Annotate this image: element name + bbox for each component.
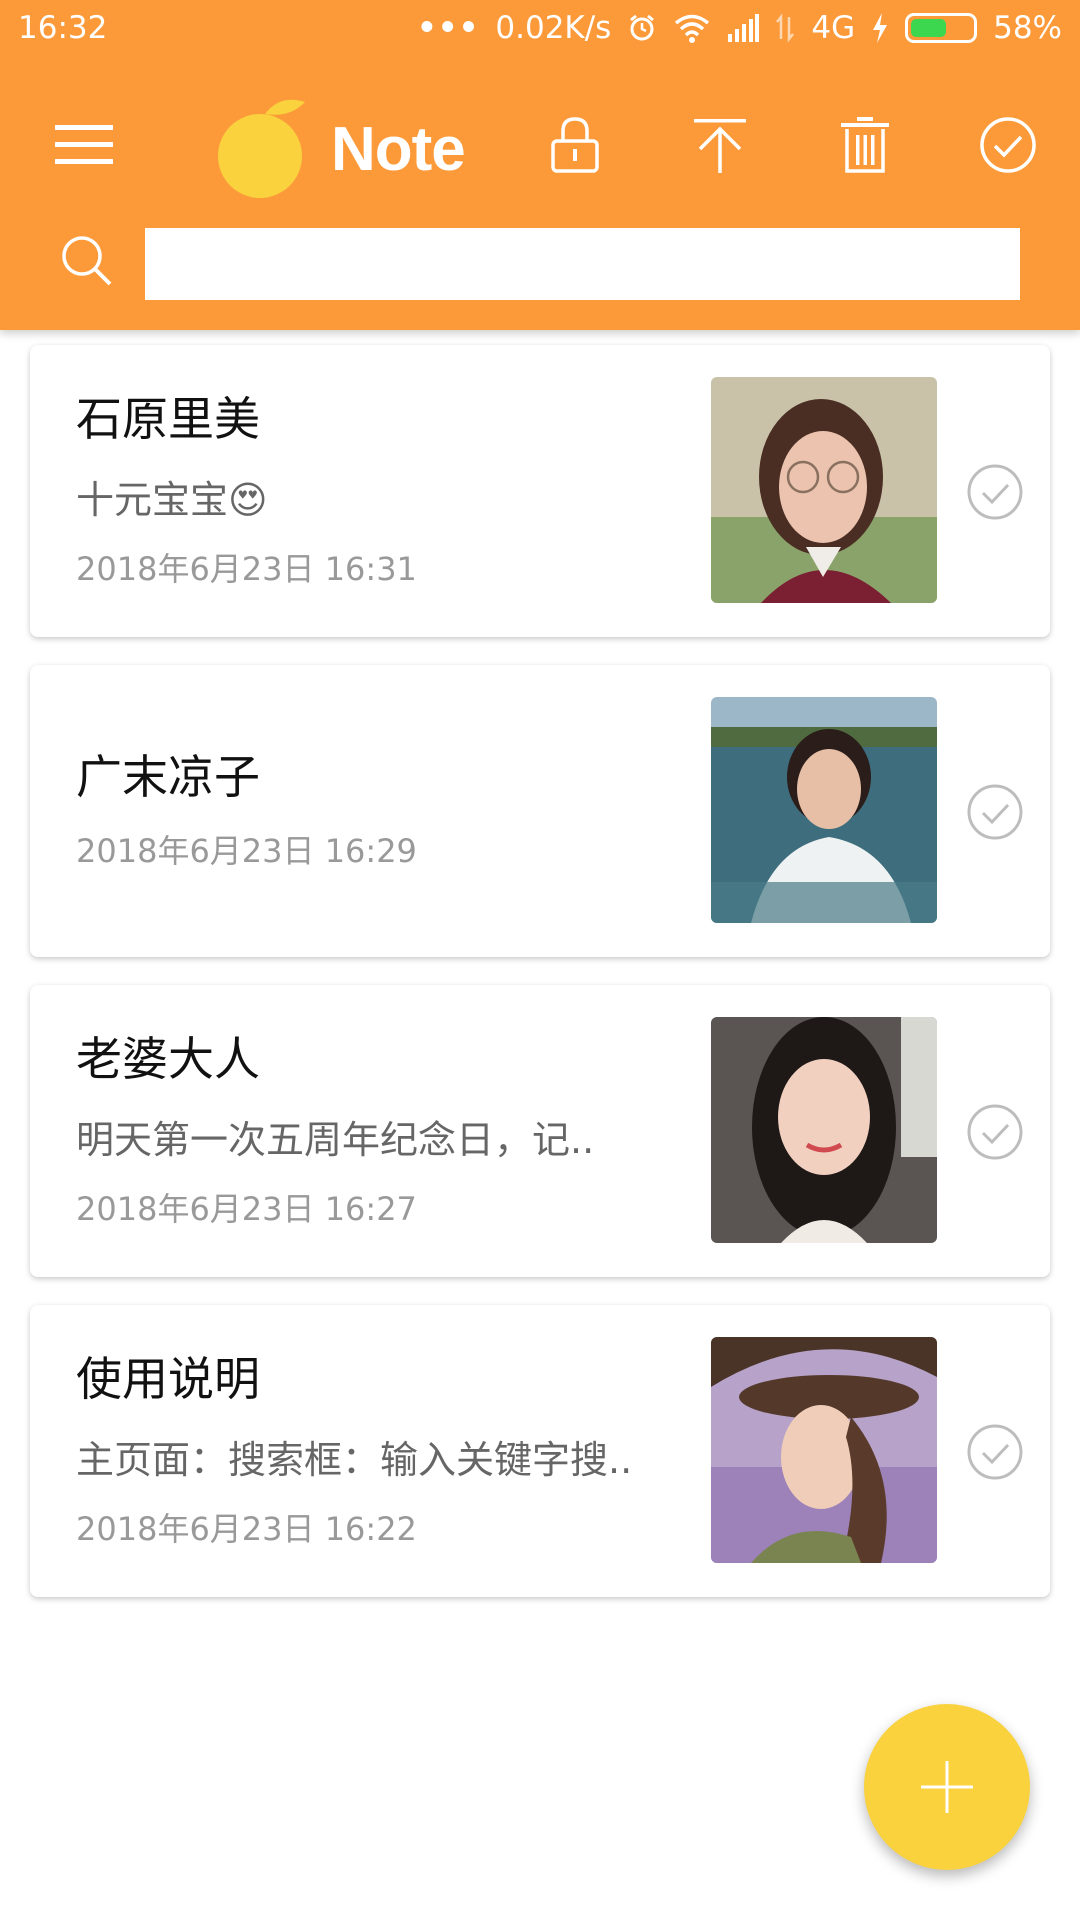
plus-icon [921, 1761, 973, 1813]
note-card[interactable]: 广末凉子 2018年6月23日 16:29 [30, 665, 1050, 957]
note-date: 2018年6月23日 16:27 [76, 1190, 417, 1229]
note-date: 2018年6月23日 16:29 [76, 831, 417, 870]
search-input[interactable] [145, 228, 1020, 300]
pin-to-top-button[interactable] [665, 90, 775, 200]
charging-icon [871, 13, 889, 43]
toolbar: Note [0, 90, 1080, 200]
status-bar: 16:32 ••• 0.02K/s 4G 58% [0, 0, 1080, 62]
note-preview: 主页面：搜索框：输入关键字搜.. [76, 1438, 633, 1483]
note-title: 石原里美 [76, 391, 260, 446]
select-note-icon[interactable] [966, 1423, 1024, 1481]
wifi-icon [673, 13, 711, 43]
delete-button[interactable] [810, 90, 920, 200]
search-icon[interactable] [52, 226, 122, 296]
check-circle-icon [980, 117, 1036, 173]
app-header: 16:32 ••• 0.02K/s 4G 58% Note [0, 0, 1080, 330]
signal-icon [727, 14, 760, 42]
add-note-button[interactable] [864, 1704, 1030, 1870]
battery-level-fill [911, 19, 946, 37]
note-card[interactable]: 使用说明 主页面：搜索框：输入关键字搜.. 2018年6月23日 16:22 [30, 1305, 1050, 1597]
note-preview: 明天第一次五周年纪念日，记.. [76, 1118, 595, 1163]
orange-logo-icon [218, 99, 305, 198]
data-arrows-icon [775, 13, 795, 43]
status-indicators: ••• 0.02K/s 4G 58% [417, 10, 1062, 46]
lock-icon [551, 117, 599, 173]
battery-percent: 58% [993, 10, 1062, 46]
note-thumbnail-photo [711, 697, 937, 923]
note-title: 广末凉子 [76, 750, 260, 805]
select-note-icon[interactable] [966, 1103, 1024, 1161]
note-text: 老婆大人 明天第一次五周年纪念日，记.. 2018年6月23日 16:27 [76, 985, 696, 1277]
note-date: 2018年6月23日 16:31 [76, 550, 417, 589]
search-bar [0, 222, 1080, 302]
note-list: 石原里美 十元宝宝😍 2018年6月23日 16:31 广末凉子 2018年6月… [30, 345, 1050, 1625]
note-thumbnail-photo [711, 377, 937, 603]
note-thumbnail-photo [711, 1337, 937, 1563]
note-thumbnail-photo [711, 1017, 937, 1243]
alarm-icon [627, 13, 657, 43]
select-all-button[interactable] [953, 90, 1063, 200]
select-note-icon[interactable] [966, 783, 1024, 841]
note-text: 石原里美 十元宝宝😍 2018年6月23日 16:31 [76, 345, 696, 637]
note-text: 广末凉子 2018年6月23日 16:29 [76, 665, 696, 957]
network-speed: 0.02K/s [495, 10, 612, 46]
status-time: 16:32 [18, 10, 108, 46]
lock-button[interactable] [520, 90, 630, 200]
note-card[interactable]: 石原里美 十元宝宝😍 2018年6月23日 16:31 [30, 345, 1050, 637]
menu-button[interactable] [30, 90, 140, 200]
hamburger-menu-icon [55, 125, 113, 164]
note-text: 使用说明 主页面：搜索框：输入关键字搜.. 2018年6月23日 16:22 [76, 1305, 696, 1597]
pin-top-icon [694, 119, 746, 173]
app-title: Note [331, 114, 466, 184]
select-note-icon[interactable] [966, 463, 1024, 521]
note-date: 2018年6月23日 16:22 [76, 1510, 417, 1549]
note-preview: 十元宝宝😍 [76, 478, 268, 523]
note-card[interactable]: 老婆大人 明天第一次五周年纪念日，记.. 2018年6月23日 16:27 [30, 985, 1050, 1277]
more-dots-icon: ••• [416, 10, 480, 46]
note-title: 使用说明 [76, 1351, 260, 1406]
network-type: 4G [811, 10, 856, 46]
trash-icon [841, 117, 889, 173]
app-logo: Note [215, 94, 466, 204]
note-title: 老婆大人 [76, 1031, 260, 1086]
battery-icon [905, 13, 978, 43]
